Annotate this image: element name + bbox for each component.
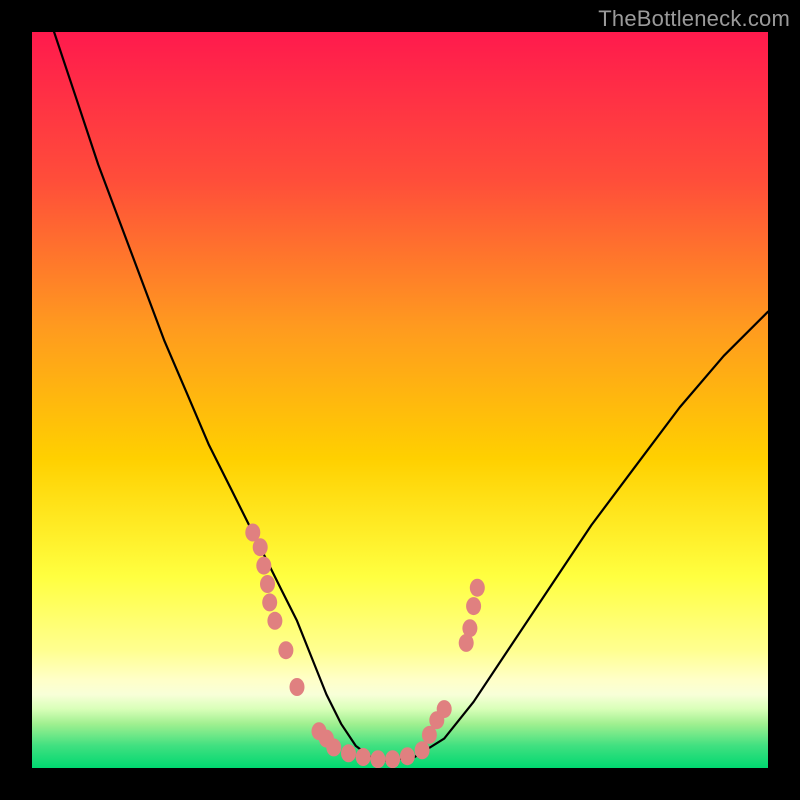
marker-dot (400, 747, 415, 765)
watermark-text: TheBottleneck.com (598, 6, 790, 32)
marker-dot (356, 748, 371, 766)
gradient-background (32, 32, 768, 768)
marker-dot (253, 538, 268, 556)
marker-dot (466, 597, 481, 615)
marker-dot (278, 641, 293, 659)
marker-dot (341, 744, 356, 762)
marker-dot (385, 750, 400, 768)
chart-frame (32, 32, 768, 768)
marker-dot (290, 678, 305, 696)
bottleneck-chart (32, 32, 768, 768)
marker-dot (267, 612, 282, 630)
marker-dot (262, 593, 277, 611)
marker-dot (470, 579, 485, 597)
marker-dot (462, 619, 477, 637)
marker-dot (326, 738, 341, 756)
marker-dot (370, 750, 385, 768)
marker-dot (256, 557, 271, 575)
marker-dot (260, 575, 275, 593)
marker-dot (437, 700, 452, 718)
marker-dot (415, 741, 430, 759)
